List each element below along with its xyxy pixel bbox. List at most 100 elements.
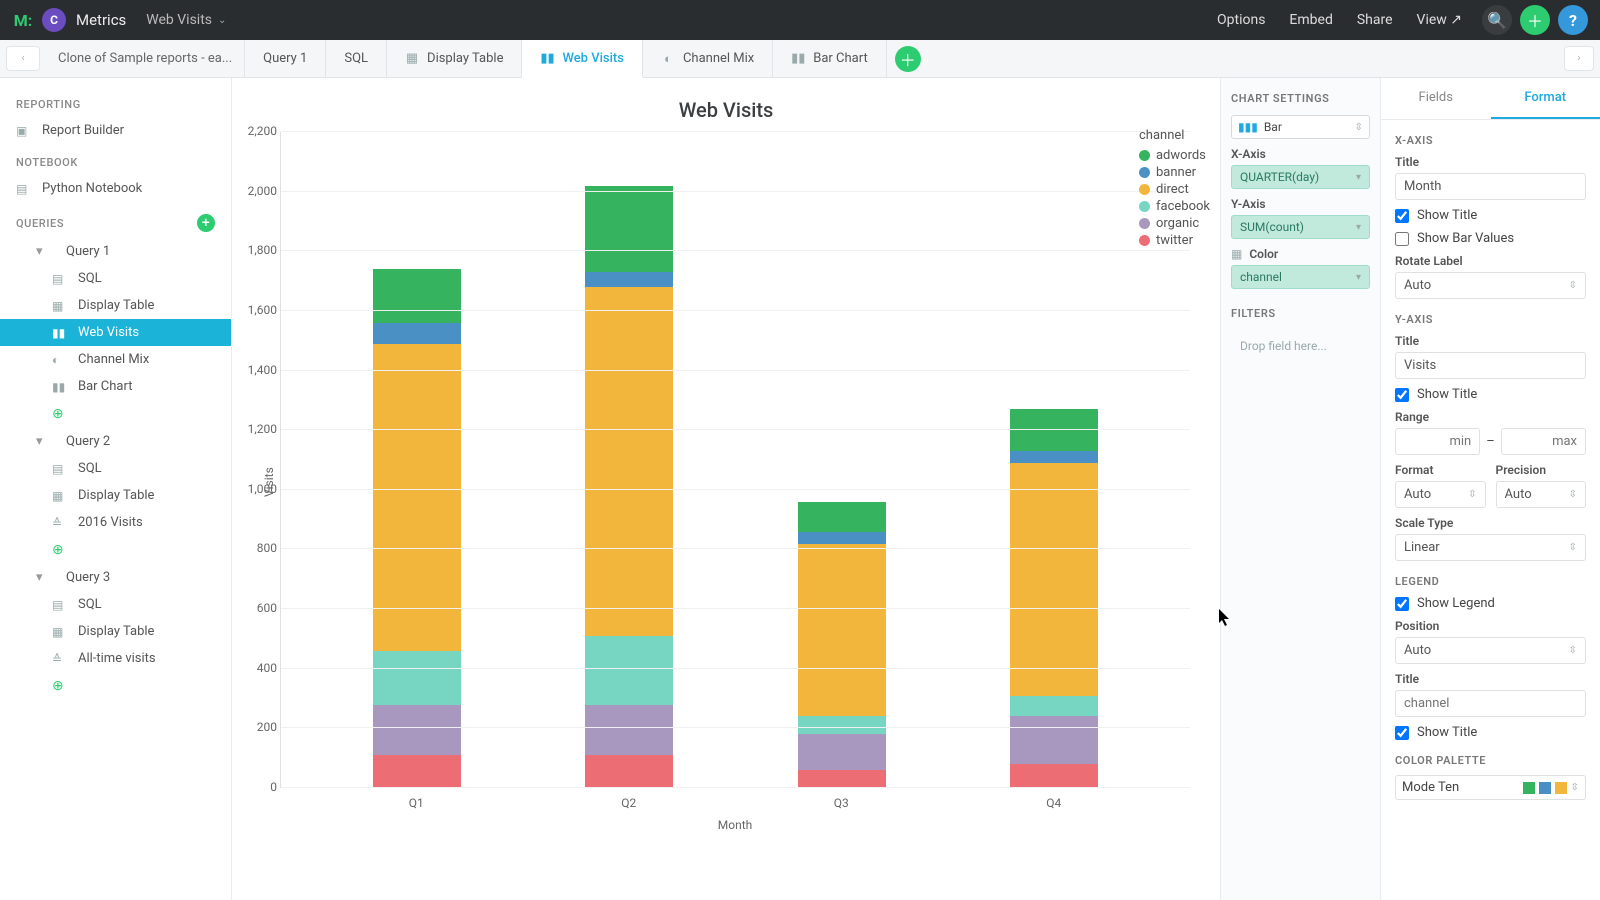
legend-item-organic[interactable]: organic <box>1139 215 1210 232</box>
sidebar-item-report-builder[interactable]: ▣ Report Builder <box>0 117 231 144</box>
new-button[interactable]: ＋ <box>1520 5 1550 35</box>
bar-segment-twitter[interactable] <box>373 755 461 788</box>
legend-item-facebook[interactable]: facebook <box>1139 198 1210 215</box>
bar-column[interactable] <box>585 132 673 788</box>
x-axis-field-pill[interactable]: QUARTER(day) ▾ <box>1231 165 1370 189</box>
bar-segment-adwords[interactable] <box>373 269 461 323</box>
bar-segment-facebook[interactable] <box>1010 696 1098 717</box>
color-field-pill[interactable]: channel ▾ <box>1231 265 1370 289</box>
bar-segment-twitter[interactable] <box>798 770 886 788</box>
palette-select[interactable]: Mode Ten ⇳ <box>1395 775 1586 800</box>
sidebar-item-web-visits[interactable]: ▮▮Web Visits <box>0 319 231 346</box>
view-button[interactable]: View ↗ <box>1405 6 1474 34</box>
sidebar-item-sql[interactable]: ▤SQL <box>0 265 231 292</box>
filters-dropzone[interactable]: Drop field here... <box>1231 330 1370 362</box>
app-logo[interactable]: M: <box>12 9 34 31</box>
add-item-button[interactable]: ⊕ <box>0 536 231 564</box>
query-group[interactable]: ▾Query 3 <box>0 564 231 591</box>
sidebar-item-2016-visits[interactable]: ≙2016 Visits <box>0 509 231 536</box>
sidebar-item-display-table[interactable]: ▦Display Table <box>0 618 231 645</box>
add-item-button[interactable]: ⊕ <box>0 672 231 700</box>
sidebar-item-all-time-visits[interactable]: ≙All-time visits <box>0 645 231 672</box>
sidebar-item-display-table[interactable]: ▦Display Table <box>0 482 231 509</box>
tab-display-table[interactable]: ▦Display Table <box>387 40 522 77</box>
legend-item-twitter[interactable]: twitter <box>1139 232 1210 249</box>
query-group[interactable]: ▾Query 2 <box>0 428 231 455</box>
tab-bar-chart[interactable]: ▮▮Bar Chart <box>773 40 886 77</box>
chart-type-select[interactable]: ▮▮▮ Bar ⇳ <box>1231 115 1370 139</box>
bar-segment-direct[interactable] <box>373 344 461 651</box>
options-menu[interactable]: Options <box>1205 6 1277 34</box>
bar-segment-facebook[interactable] <box>798 716 886 734</box>
tab-format[interactable]: Format <box>1491 78 1600 119</box>
add-item-button[interactable]: ⊕ <box>0 400 231 428</box>
bar-segment-organic[interactable] <box>585 705 673 756</box>
bar-segment-banner[interactable] <box>373 323 461 344</box>
bar-segment-banner[interactable] <box>798 532 886 544</box>
bar-segment-adwords[interactable] <box>585 186 673 272</box>
show-legend-title-checkbox[interactable]: Show Title <box>1395 725 1586 740</box>
bar-segment-direct[interactable] <box>798 544 886 717</box>
precision-select[interactable]: Auto⇳ <box>1496 481 1587 508</box>
bar-segment-twitter[interactable] <box>1010 764 1098 788</box>
bar-column[interactable] <box>373 132 461 788</box>
legend-item-adwords[interactable]: adwords <box>1139 147 1210 164</box>
scale-type-select[interactable]: Linear⇳ <box>1395 534 1586 561</box>
legend-item-banner[interactable]: banner <box>1139 164 1210 181</box>
sidebar-item-sql[interactable]: ▤SQL <box>0 455 231 482</box>
range-min-input[interactable] <box>1395 428 1480 455</box>
bar-segment-adwords[interactable] <box>798 502 886 532</box>
tab-web-visits[interactable]: ▮▮Web Visits <box>522 40 642 78</box>
sidebar-item-bar-chart[interactable]: ▮▮Bar Chart <box>0 373 231 400</box>
y-axis-field-pill[interactable]: SUM(count) ▾ <box>1231 215 1370 239</box>
tab-query-1[interactable]: Query 1 <box>245 40 326 77</box>
bar-segment-organic[interactable] <box>1010 716 1098 764</box>
show-y-title-checkbox[interactable]: Show Title <box>1395 387 1586 402</box>
bar-segment-facebook[interactable] <box>373 651 461 705</box>
add-tab-button[interactable]: ＋ <box>895 46 921 72</box>
show-x-title-checkbox[interactable]: Show Title <box>1395 208 1586 223</box>
sidebar-item-sql[interactable]: ▤SQL <box>0 591 231 618</box>
show-bar-values-checkbox[interactable]: Show Bar Values <box>1395 231 1586 246</box>
legend-position-select[interactable]: Auto⇳ <box>1395 637 1586 664</box>
bar-segment-direct[interactable] <box>585 287 673 636</box>
show-legend-checkbox[interactable]: Show Legend <box>1395 596 1586 611</box>
sidebar-item-python-notebook[interactable]: ▤ Python Notebook <box>0 175 231 202</box>
bar-segment-adwords[interactable] <box>1010 409 1098 451</box>
search-icon[interactable]: 🔍 <box>1482 5 1512 35</box>
embed-button[interactable]: Embed <box>1277 6 1344 34</box>
add-query-button[interactable]: + <box>197 214 215 232</box>
legend-item-direct[interactable]: direct <box>1139 181 1210 198</box>
bar-segment-banner[interactable] <box>585 272 673 287</box>
bar-segment-facebook[interactable] <box>585 636 673 705</box>
bar-segment-banner[interactable] <box>1010 451 1098 463</box>
tab-channel-mix[interactable]: ◐Channel Mix <box>643 40 773 77</box>
range-max-input[interactable] <box>1501 428 1586 455</box>
bar-segment-organic[interactable] <box>798 734 886 770</box>
avatar[interactable]: ? <box>1558 5 1588 35</box>
sidebar-item-channel-mix[interactable]: ◐Channel Mix <box>0 346 231 373</box>
legend-title-input[interactable] <box>1395 690 1586 717</box>
query-group[interactable]: ▾Query 1 <box>0 238 231 265</box>
x-title-input[interactable] <box>1395 173 1586 200</box>
palette-icon: ▦ <box>1231 247 1242 261</box>
bar-segment-direct[interactable] <box>1010 463 1098 696</box>
y-title-input[interactable] <box>1395 352 1586 379</box>
workspace-name[interactable]: Metrics <box>76 11 126 29</box>
back-button[interactable]: ‹ <box>6 46 40 71</box>
format-select[interactable]: Auto⇳ <box>1395 481 1486 508</box>
bar-column[interactable] <box>798 132 886 788</box>
report-switcher[interactable]: Web Visits ⌄ <box>146 12 226 28</box>
bar-column[interactable] <box>1010 132 1098 788</box>
bar-segment-organic[interactable] <box>373 705 461 756</box>
sidebar-item-label: Bar Chart <box>78 379 132 394</box>
forward-button[interactable]: › <box>1564 46 1594 71</box>
sidebar-item-display-table[interactable]: ▦Display Table <box>0 292 231 319</box>
rotate-label-select[interactable]: Auto⇳ <box>1395 272 1586 299</box>
tab-sql[interactable]: SQL <box>326 40 387 77</box>
tab-fields[interactable]: Fields <box>1381 78 1491 119</box>
breadcrumb[interactable]: Clone of Sample reports - ea... <box>46 40 245 77</box>
bar-segment-twitter[interactable] <box>585 755 673 788</box>
workspace-icon[interactable]: C <box>42 8 66 32</box>
share-button[interactable]: Share <box>1345 6 1405 34</box>
